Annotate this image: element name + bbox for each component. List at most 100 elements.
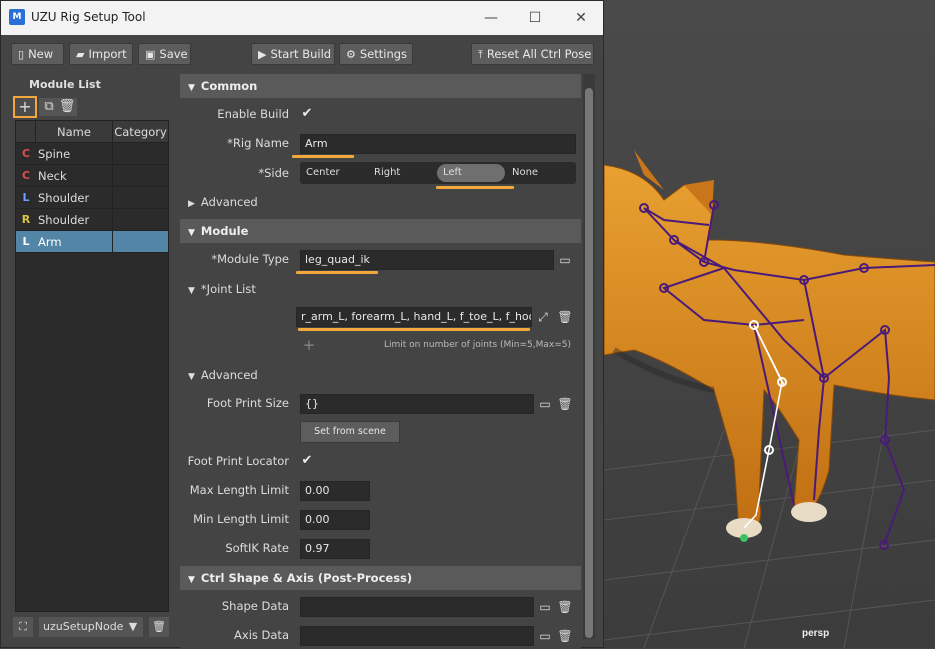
module-category-cell — [113, 209, 168, 230]
side-option-center[interactable]: Center — [300, 164, 360, 182]
common-advanced-header[interactable]: ▶ Advanced — [180, 191, 581, 213]
trash-icon: 🗑 — [557, 600, 573, 614]
new-button[interactable]: ▯ New — [11, 43, 64, 65]
collapse-triangle-icon: ▼ — [188, 372, 195, 382]
enable-build-checkbox[interactable]: ✔ — [300, 107, 314, 121]
module-type-field[interactable]: leg_quad_ik — [300, 250, 554, 270]
axis-data-field[interactable] — [300, 626, 534, 646]
collapse-triangle-icon: ▼ — [188, 286, 195, 296]
foot-print-size-clear-button[interactable]: 🗑 — [556, 395, 574, 413]
enable-build-label: Enable Build — [217, 107, 289, 121]
collapse-triangle-icon: ▼ — [188, 228, 195, 238]
min-length-field[interactable]: 0.00 — [300, 510, 370, 530]
close-button[interactable]: ✕ — [567, 7, 595, 29]
table-row[interactable]: L Arm — [16, 231, 168, 253]
window-title: UZU Rig Setup Tool — [31, 10, 146, 24]
import-button[interactable]: ▰ Import — [69, 43, 133, 65]
table-row[interactable]: L Shoulder — [16, 187, 168, 209]
save-button[interactable]: ▣ Save — [138, 43, 191, 65]
trash-icon: 🗑 — [557, 310, 573, 324]
start-build-button[interactable]: ▶ Start Build — [251, 43, 335, 65]
axis-data-clear-button[interactable]: 🗑 — [556, 627, 574, 645]
foot-print-size-field[interactable]: {} — [300, 394, 534, 414]
joint-list-field[interactable]: r_arm_L, forearm_L, hand_L, f_toe_L, f_h… — [296, 307, 532, 327]
shape-data-browse-button[interactable]: ▭ — [536, 598, 554, 616]
module-rows: C Spine C Neck L Shoulder R Shoulder L Arm — [16, 143, 168, 253]
pick-joints-button[interactable]: ⤢ — [534, 308, 552, 326]
module-advanced-header[interactable]: ▼ Advanced — [180, 364, 581, 386]
shape-data-clear-button[interactable]: 🗑 — [556, 598, 574, 616]
softik-rate-field[interactable]: 0.97 — [300, 539, 370, 559]
node-selector[interactable]: uzuSetupNode1 — [39, 617, 123, 637]
side-selector: Center Right Left None — [300, 162, 576, 184]
side-badge: L — [22, 191, 30, 204]
min-length-label: Min Length Limit — [193, 512, 289, 526]
module-type-browse-button[interactable]: ▭ — [556, 251, 574, 269]
foot-print-size-browse-button[interactable]: ▭ — [536, 395, 554, 413]
window-icon: ▭ — [539, 600, 551, 614]
post-process-section-header[interactable]: ▼ Ctrl Shape & Axis (Post-Process) — [180, 566, 581, 590]
viewport-3d[interactable]: persp — [604, 0, 935, 648]
side-badge: C — [21, 169, 31, 182]
node-dropdown-button[interactable]: ▼ — [123, 617, 143, 637]
clear-joints-button[interactable]: 🗑 — [556, 308, 574, 326]
axis-data-browse-button[interactable]: ▭ — [536, 627, 554, 645]
rig-name-field[interactable]: Arm — [300, 134, 576, 154]
node-icon: ⛶ — [19, 620, 27, 633]
attribute-panel: ▼ Common Enable Build ✔ *Rig Name Arm *Si… — [180, 74, 581, 649]
table-row[interactable]: C Neck — [16, 165, 168, 187]
side-label: *Side — [258, 166, 289, 180]
settings-button[interactable]: ⚙ Settings — [339, 43, 413, 65]
cat-model-rig: persp — [604, 150, 935, 648]
side-highlight — [436, 186, 514, 189]
chevron-down-icon: ▼ — [128, 620, 138, 633]
duplicate-module-button[interactable]: ⧉ — [39, 98, 59, 116]
module-name-cell: Shoulder — [36, 187, 113, 208]
side-badge: R — [21, 213, 31, 226]
delete-node-button[interactable]: 🗑 — [149, 617, 169, 637]
shape-data-label: Shape Data — [221, 599, 289, 613]
side-badge: C — [21, 147, 31, 160]
module-name-cell: Arm — [36, 231, 113, 252]
set-from-scene-button[interactable]: Set from scene — [300, 421, 400, 443]
module-list-panel: Module List + ⧉ 🗑 Name Category C Spine C N… — [13, 74, 171, 614]
table-row[interactable]: C Spine — [16, 143, 168, 165]
camera-label: persp — [802, 628, 829, 639]
max-length-field[interactable]: 0.00 — [300, 481, 370, 501]
minimize-button[interactable]: — — [477, 7, 505, 29]
add-module-button[interactable]: + — [13, 96, 37, 118]
delete-module-button[interactable]: 🗑 — [57, 98, 77, 116]
save-icon: ▣ — [145, 48, 156, 61]
module-type-highlight — [296, 271, 378, 274]
common-section-header[interactable]: ▼ Common — [180, 74, 581, 98]
side-option-right[interactable]: Right — [368, 164, 428, 182]
trash-icon: 🗑 — [152, 620, 166, 633]
select-node-button[interactable]: ⛶ — [13, 617, 33, 637]
maximize-button[interactable]: ☐ — [521, 7, 549, 29]
add-joint-button[interactable]: + — [300, 336, 318, 354]
module-section-header[interactable]: ▼ Module — [180, 219, 581, 243]
module-table: Name Category C Spine C Neck L Shoulder R Shoul… — [15, 120, 169, 612]
foot-print-locator-checkbox[interactable]: ✔ — [300, 454, 314, 468]
play-icon: ▶ — [258, 48, 267, 61]
reset-ctrl-pose-button[interactable]: ⤒ Reset All Ctrl Pose — [471, 43, 594, 65]
module-category-cell — [113, 187, 168, 208]
shape-data-field[interactable] — [300, 597, 534, 617]
module-category-cell — [113, 165, 168, 186]
rig-name-highlight — [292, 155, 354, 158]
max-length-label: Max Length Limit — [189, 483, 289, 497]
attribute-scrollbar[interactable] — [583, 74, 595, 639]
column-name[interactable]: Name — [36, 121, 113, 142]
foot-print-locator-label: Foot Print Locator — [187, 454, 289, 468]
folder-icon: ▰ — [76, 48, 85, 61]
reset-icon: ⤒ — [478, 48, 483, 61]
table-row[interactable]: R Shoulder — [16, 209, 168, 231]
trash-icon: 🗑 — [557, 397, 573, 411]
side-option-left[interactable]: Left — [437, 164, 505, 182]
scroll-thumb[interactable] — [585, 88, 593, 638]
side-option-none[interactable]: None — [506, 164, 566, 182]
module-category-cell — [113, 143, 168, 164]
axis-data-label: Axis Data — [234, 628, 289, 642]
joint-list-header[interactable]: ▼ *Joint List — [180, 278, 581, 300]
column-category[interactable]: Category — [113, 121, 168, 142]
